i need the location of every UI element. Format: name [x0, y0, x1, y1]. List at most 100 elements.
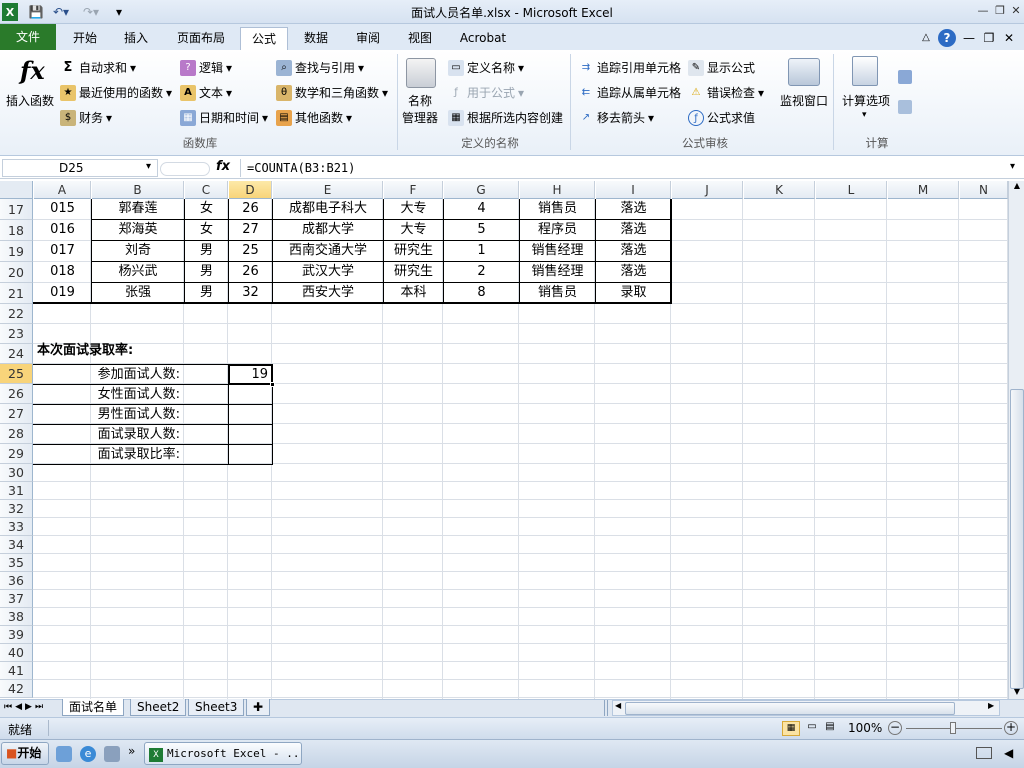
- formula-input[interactable]: =COUNTA(B3:B21): [240, 159, 1010, 177]
- row-header-33[interactable]: 33: [0, 518, 33, 536]
- cell-a21[interactable]: 019: [34, 283, 91, 303]
- cell-b20[interactable]: 杨兴武: [92, 262, 184, 282]
- cell-d21[interactable]: 32: [229, 283, 272, 303]
- column-header-l[interactable]: L: [816, 181, 887, 199]
- row-header-40[interactable]: 40: [0, 644, 33, 662]
- lookup-button[interactable]: ⌕ 查找与引用 ▾: [276, 59, 364, 76]
- cell-i17[interactable]: 落选: [596, 199, 671, 219]
- normal-view-icon[interactable]: ▦: [782, 721, 800, 736]
- expand-formula-bar-icon[interactable]: ▾: [1010, 161, 1015, 172]
- cell-h21[interactable]: 销售员: [520, 283, 595, 303]
- use-in-formula-button[interactable]: ƒ 用于公式 ▾: [448, 84, 524, 101]
- column-header-f[interactable]: F: [384, 181, 443, 199]
- cell-i18[interactable]: 落选: [596, 220, 671, 240]
- remove-arrows-button[interactable]: ↗ 移去箭头 ▾: [578, 109, 654, 126]
- row-header-41[interactable]: 41: [0, 662, 33, 680]
- cell-h17[interactable]: 销售员: [520, 199, 595, 219]
- fx-icon[interactable]: fx: [216, 159, 230, 174]
- row-header-23[interactable]: 23: [0, 324, 33, 344]
- minimize-icon[interactable]: —: [975, 4, 991, 18]
- tab-file[interactable]: 文件: [0, 24, 56, 50]
- sheet-nav-icons[interactable]: ⏮◀▶⏭: [4, 702, 46, 712]
- column-header-m[interactable]: M: [888, 181, 959, 199]
- row-header-35[interactable]: 35: [0, 554, 33, 572]
- cell-i20[interactable]: 落选: [596, 262, 671, 282]
- name-manager-label-2[interactable]: 管理器: [402, 109, 438, 126]
- cell-e17[interactable]: 成都电子科大: [273, 199, 383, 219]
- column-header-b[interactable]: B: [92, 181, 184, 199]
- name-box[interactable]: D25: [2, 159, 158, 177]
- tab-review[interactable]: 审阅: [344, 27, 392, 50]
- label-hired[interactable]: 面试录取人数:: [34, 425, 180, 445]
- scroll-thumb[interactable]: [1010, 389, 1024, 689]
- cell-a20[interactable]: 018: [34, 262, 91, 282]
- financial-button[interactable]: $ 财务 ▾: [60, 109, 112, 126]
- formula-bar-splitter[interactable]: [160, 162, 210, 176]
- cell-d17[interactable]: 26: [229, 199, 272, 219]
- cell-g17[interactable]: 4: [444, 199, 519, 219]
- tab-data[interactable]: 数据: [292, 27, 340, 50]
- column-header-i[interactable]: I: [596, 181, 671, 199]
- row-header-32[interactable]: 32: [0, 500, 33, 518]
- doc-minimize-icon[interactable]: —: [962, 27, 976, 50]
- cell-e19[interactable]: 西南交通大学: [273, 241, 383, 261]
- create-from-selection-button[interactable]: ▦ 根据所选内容创建: [448, 109, 563, 126]
- row-header-31[interactable]: 31: [0, 482, 33, 500]
- tab-split-handle[interactable]: [604, 700, 608, 716]
- row-header-39[interactable]: 39: [0, 626, 33, 644]
- row-header-18[interactable]: 18: [0, 220, 33, 241]
- cell-e21[interactable]: 西安大学: [273, 283, 383, 303]
- cell-f19[interactable]: 研究生: [384, 241, 443, 261]
- cell-g18[interactable]: 5: [444, 220, 519, 240]
- calculation-options-button[interactable]: 计算选项: [842, 92, 890, 109]
- cell-i21[interactable]: 录取: [596, 283, 671, 303]
- insert-sheet-icon[interactable]: ✚: [246, 699, 270, 716]
- scroll-right-icon[interactable]: ▶: [988, 701, 994, 710]
- column-header-d[interactable]: D: [229, 181, 272, 199]
- vertical-scrollbar[interactable]: ▲ ▼: [1008, 181, 1024, 699]
- cell-a18[interactable]: 016: [34, 220, 91, 240]
- cell-i19[interactable]: 落选: [596, 241, 671, 261]
- row-header-20[interactable]: 20: [0, 262, 33, 283]
- column-header-n[interactable]: N: [960, 181, 1008, 199]
- label-male[interactable]: 男性面试人数:: [34, 405, 180, 425]
- tab-home[interactable]: 开始: [60, 27, 110, 50]
- cell-b17[interactable]: 郭春莲: [92, 199, 184, 219]
- cell-c20[interactable]: 男: [185, 262, 228, 282]
- insert-function-icon[interactable]: fx: [20, 56, 45, 85]
- cell-a17[interactable]: 015: [34, 199, 91, 219]
- cell-c18[interactable]: 女: [185, 220, 228, 240]
- cell-d27[interactable]: [229, 405, 272, 425]
- cell-d29[interactable]: [229, 445, 272, 465]
- cell-f20[interactable]: 研究生: [384, 262, 443, 282]
- close-icon[interactable]: ✕: [1008, 4, 1024, 18]
- tab-insert[interactable]: 插入: [112, 27, 160, 50]
- cell-e20[interactable]: 武汉大学: [273, 262, 383, 282]
- row-header-24[interactable]: 24: [0, 344, 33, 364]
- keyboard-icon[interactable]: [976, 747, 992, 759]
- zoom-slider-thumb[interactable]: [950, 722, 956, 734]
- doc-restore-icon[interactable]: ❐: [982, 27, 996, 50]
- active-cell-selection[interactable]: [228, 364, 273, 385]
- cell-h18[interactable]: 程序员: [520, 220, 595, 240]
- sheet-tab-interview-list[interactable]: 面试名单: [62, 699, 125, 716]
- cell-g20[interactable]: 2: [444, 262, 519, 282]
- zoom-out-icon[interactable]: −: [888, 721, 902, 735]
- tab-acrobat[interactable]: Acrobat: [450, 27, 516, 50]
- row-header-34[interactable]: 34: [0, 536, 33, 554]
- evaluate-formula-button[interactable]: ƒ 公式求值: [688, 109, 755, 126]
- calculate-sheet-icon[interactable]: [898, 100, 912, 114]
- trace-precedents-button[interactable]: ⇉ 追踪引用单元格: [578, 59, 681, 76]
- row-header-30[interactable]: 30: [0, 464, 33, 482]
- row-header-38[interactable]: 38: [0, 608, 33, 626]
- column-header-e[interactable]: E: [273, 181, 383, 199]
- zoom-level[interactable]: 100%: [848, 721, 882, 735]
- row-header-28[interactable]: 28: [0, 424, 33, 444]
- cell-h20[interactable]: 销售经理: [520, 262, 595, 282]
- autosum-button[interactable]: Σ 自动求和 ▾: [60, 59, 137, 76]
- show-formulas-button[interactable]: ✎ 显示公式: [688, 59, 755, 76]
- row-header-26[interactable]: 26: [0, 384, 33, 404]
- row-header-25[interactable]: 25: [0, 364, 33, 384]
- name-manager-label-1[interactable]: 名称: [408, 92, 432, 109]
- page-layout-view-icon[interactable]: ▭: [804, 721, 820, 736]
